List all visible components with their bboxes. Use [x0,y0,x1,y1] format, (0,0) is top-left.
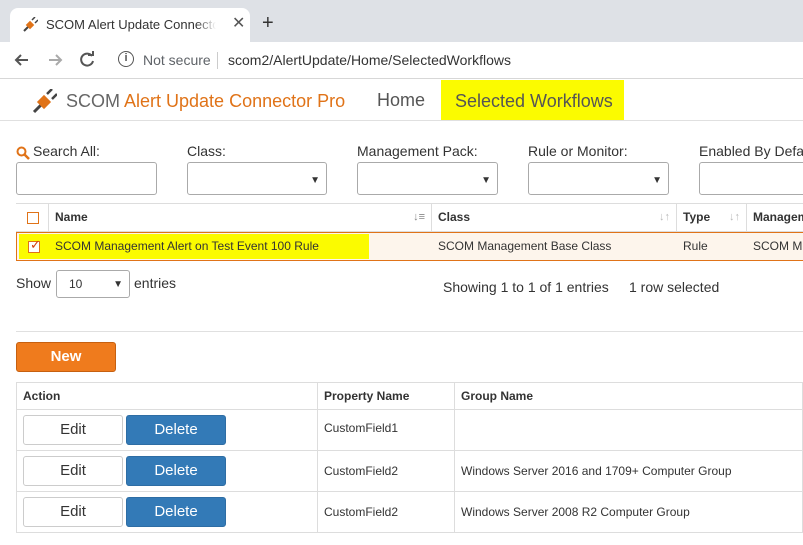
group-name: Windows Server 2016 and 1709+ Computer G… [461,464,732,478]
checkmark-icon: ✓ [30,237,41,252]
row-class: SCOM Management Base Class [438,239,612,253]
column-header-class[interactable]: Class ↓↑ [432,204,677,232]
action-cell: Edit Delete [17,410,318,450]
column-type-label: Type [683,210,711,224]
back-arrow-icon[interactable] [12,50,32,70]
delete-button[interactable]: Delete [126,415,226,445]
new-tab-icon[interactable]: + [262,12,274,34]
show-label: Show [16,275,52,291]
group-cell [455,410,802,450]
page-length-select[interactable]: 10 ▼ [56,270,130,298]
entries-label: entries [134,275,177,291]
divider [16,331,803,332]
plug-logo-icon [32,89,57,114]
edit-button[interactable]: Edit [23,415,123,445]
action-cell: Edit Delete [17,451,318,491]
row-management-pack: SCOM M [753,239,803,253]
browser-tab[interactable]: SCOM Alert Update Connector Pro ✕ [10,8,250,42]
management-pack-filter-label: Management Pack: [357,143,478,159]
column-header-name[interactable]: Name ↓≡ [49,204,432,232]
app-brand[interactable]: SCOM Alert Update Connector Pro [66,91,345,112]
column-class-label: Class [438,210,471,224]
properties-table-header: Action Property Name Group Name [16,382,803,410]
edit-button[interactable]: Edit [23,456,123,486]
chevron-down-icon: ▼ [481,175,491,186]
new-button[interactable]: New [16,342,116,372]
class-filter-label: Class: [187,143,226,159]
browser-tabstrip: SCOM Alert Update Connector Pro ✕ + [0,0,803,42]
table-row[interactable]: ✓ SCOM Management Alert on Test Event 10… [16,232,803,261]
select-all-checkbox[interactable] [27,212,39,224]
sort-desc-icon: ↓≡ [413,211,425,223]
group-cell: Windows Server 2016 and 1709+ Computer G… [455,451,802,491]
column-name-label: Name [55,210,88,224]
page-length-value: 10 [69,277,83,291]
property-name: CustomField2 [324,505,399,519]
column-management-label: Managem [753,210,803,224]
url-field[interactable]: scom2/AlertUpdate/Home/SelectedWorkflows [228,52,511,68]
close-icon[interactable]: ✕ [232,15,245,33]
not-secure-label[interactable]: Not secure [143,52,211,68]
table-row: Edit Delete CustomField2 Windows Server … [16,451,803,492]
nav-selected-workflows[interactable]: Selected Workflows [441,80,624,120]
class-filter-select[interactable]: ▼ [187,162,327,195]
row-checkbox[interactable]: ✓ [28,237,41,253]
table-row: Edit Delete CustomField2 Windows Server … [16,492,803,533]
brand-prefix: SCOM [66,91,125,111]
tab-title: SCOM Alert Update Connector Pro [46,17,216,32]
column-header-action: Action [17,383,318,410]
group-cell: Windows Server 2008 R2 Computer Group [455,492,802,532]
address-separator [217,52,218,69]
chevron-down-icon: ▼ [652,175,662,186]
selection-info: 1 row selected [629,279,720,295]
table-row: Edit Delete CustomField1 [16,410,803,451]
enabled-by-default-filter-select[interactable] [699,162,803,195]
delete-button[interactable]: Delete [126,456,226,486]
app-header: SCOM Alert Update Connector Pro Home Sel… [0,80,803,121]
search-all-label: Search All: [33,143,100,159]
row-name: SCOM Management Alert on Test Event 100 … [55,239,319,253]
select-all-cell[interactable] [16,204,49,232]
property-cell: CustomField2 [318,492,455,532]
column-header-management-pack[interactable]: Managem [747,204,803,232]
property-name: CustomField1 [324,421,399,435]
column-header-type[interactable]: Type ↓↑ [677,204,747,232]
brand-accent: Alert Update Connector Pro [124,91,346,111]
sort-icon: ↓↑ [729,211,740,223]
reload-icon[interactable] [77,50,97,70]
column-header-group-name: Group Name [461,389,534,403]
address-bar: i Not secure scom2/AlertUpdate/Home/Sele… [0,42,803,79]
table-info: Showing 1 to 1 of 1 entries [443,279,609,295]
info-icon[interactable]: i [118,51,134,67]
chevron-down-icon: ▼ [310,175,320,186]
delete-button[interactable]: Delete [126,497,226,527]
property-name: CustomField2 [324,464,399,478]
search-icon [16,146,30,160]
row-type: Rule [683,239,708,253]
rule-or-monitor-filter-label: Rule or Monitor: [528,143,628,159]
action-cell: Edit Delete [17,492,318,532]
chevron-down-icon: ▼ [113,279,123,290]
sort-icon: ↓↑ [659,211,670,223]
forward-arrow-icon[interactable] [45,50,65,70]
enabled-by-default-filter-label: Enabled By Defa [699,143,803,159]
search-all-input[interactable] [16,162,157,195]
group-name: Windows Server 2008 R2 Computer Group [461,505,690,519]
nav-home[interactable]: Home [377,90,425,111]
column-header-property-name: Property Name [318,383,455,410]
property-cell: CustomField1 [318,410,455,450]
workflow-grid-header: Name ↓≡ Class ↓↑ Type ↓↑ Managem [16,203,803,232]
plug-icon [23,17,38,32]
edit-button[interactable]: Edit [23,497,123,527]
management-pack-filter-select[interactable]: ▼ [357,162,498,195]
property-cell: CustomField2 [318,451,455,491]
rule-or-monitor-filter-select[interactable]: ▼ [528,162,669,195]
